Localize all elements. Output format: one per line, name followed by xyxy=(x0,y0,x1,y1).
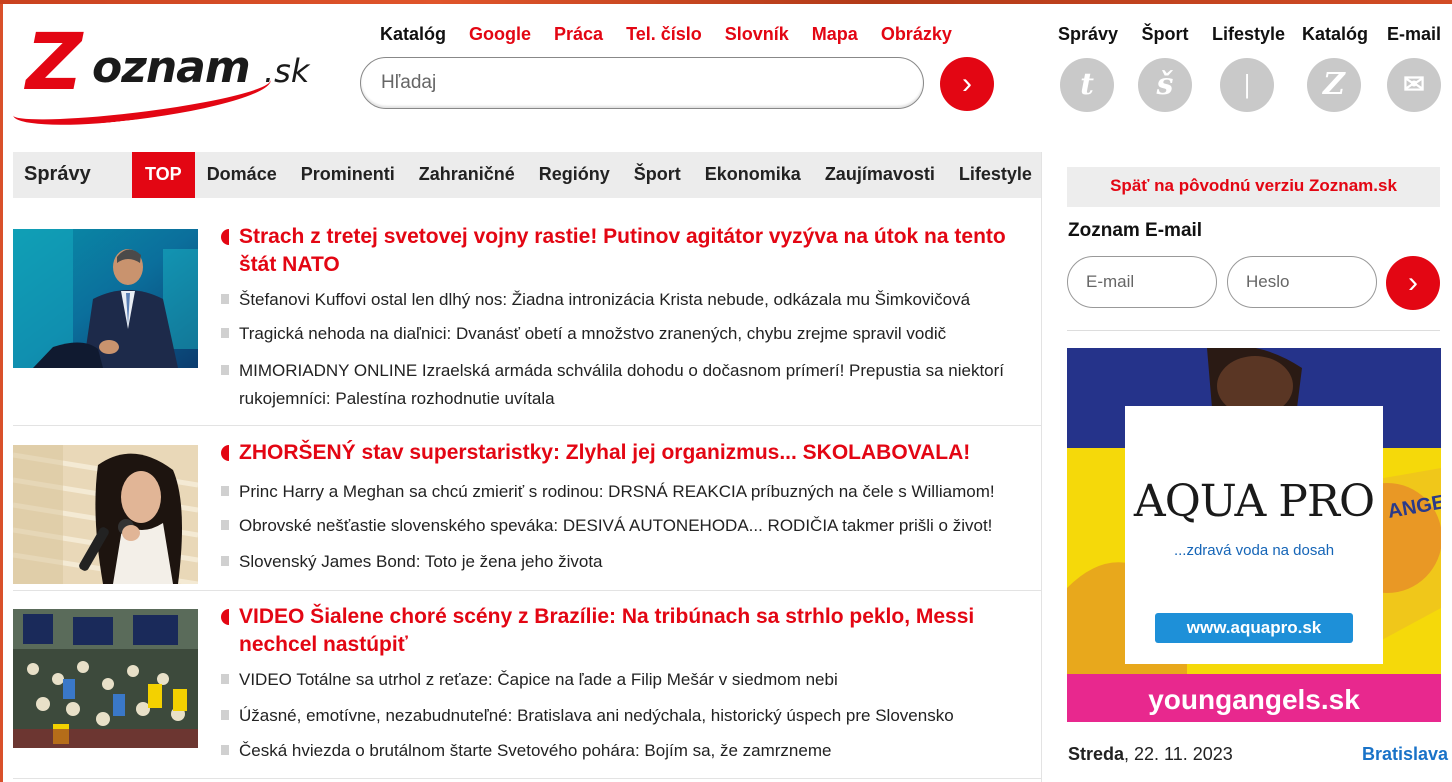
service-email[interactable]: E-mail ✉ xyxy=(1386,24,1442,112)
logo-tld: .sk xyxy=(264,52,310,90)
current-date: Streda, 22. 11. 2023 xyxy=(1068,744,1233,765)
service-spravy[interactable]: Správy t xyxy=(1058,24,1119,112)
zoznam-logo[interactable]: Z oznam .sk xyxy=(10,18,322,133)
back-to-old-version-link[interactable]: Späť na pôvodnú verziu Zoznam.sk xyxy=(1067,167,1440,207)
headline-marker xyxy=(221,609,229,625)
section-title: Správy xyxy=(24,163,91,185)
email-widget-title: Zoznam E-mail xyxy=(1068,220,1203,241)
bullet xyxy=(221,745,229,755)
chevron-right-icon: › xyxy=(962,67,972,100)
login-button[interactable]: › xyxy=(1386,256,1440,310)
headline-marker xyxy=(221,229,229,245)
email-field[interactable] xyxy=(1067,256,1217,308)
article-headline[interactable]: ZHORŠENÝ stav superstaristky: Zlyhal jej… xyxy=(239,439,1039,467)
ad-footer-text: youngangels.sk xyxy=(1148,684,1360,715)
tab-prominenti[interactable]: Prominenti xyxy=(289,152,407,198)
service-label: Správy xyxy=(1058,24,1119,44)
article-divider xyxy=(13,778,1041,779)
topnav-mapa[interactable]: Mapa xyxy=(812,24,858,45)
password-field[interactable] xyxy=(1227,256,1377,308)
ad-url-button[interactable]: www.aquapro.sk xyxy=(1155,613,1353,643)
article-divider xyxy=(13,425,1041,426)
logo-text: oznam xyxy=(92,42,251,93)
sport-icon: š xyxy=(1138,58,1192,112)
spravy-icon: t xyxy=(1060,58,1114,112)
service-lifestyle[interactable]: Lifestyle | xyxy=(1212,24,1286,112)
search-input[interactable] xyxy=(360,57,924,109)
bullet xyxy=(221,486,229,496)
bullet xyxy=(221,674,229,684)
article-card: ZHORŠENÝ stav superstaristky: Zlyhal jej… xyxy=(13,441,1041,585)
service-label: Šport xyxy=(1141,24,1189,44)
lifestyle-icon: | xyxy=(1220,58,1274,112)
tab-sport[interactable]: Šport xyxy=(622,152,693,198)
service-label: E-mail xyxy=(1386,24,1442,44)
bullet xyxy=(221,328,229,338)
topnav-praca[interactable]: Práca xyxy=(554,24,603,45)
topnav-tel-cislo[interactable]: Tel. číslo xyxy=(626,24,702,45)
katalog-icon: Z xyxy=(1307,58,1361,112)
tab-lifestyle[interactable]: Lifestyle xyxy=(947,152,1044,198)
tab-domace[interactable]: Domáce xyxy=(195,152,289,198)
chevron-right-icon: › xyxy=(1408,266,1418,299)
related-link[interactable]: Štefanovi Kuffovi ostal len dlhý nos: Ži… xyxy=(239,286,1039,314)
city-link[interactable]: Bratislava xyxy=(1362,744,1448,765)
service-sport[interactable]: Šport š xyxy=(1138,24,1192,112)
bullet xyxy=(221,294,229,304)
article-thumbnail[interactable] xyxy=(13,445,198,584)
related-link[interactable]: VIDEO Totálne sa utrhol z reťaze: Čapice… xyxy=(239,666,1039,694)
article-headline[interactable]: VIDEO Šialene choré scény z Brazílie: Na… xyxy=(239,603,1039,659)
tab-top[interactable]: TOP xyxy=(132,152,195,198)
tab-zahranicne[interactable]: Zahraničné xyxy=(407,152,527,198)
bullet xyxy=(221,365,229,375)
top-strip xyxy=(0,0,1452,4)
article-card: Strach z tretej svetovej vojny rastie! P… xyxy=(13,225,1041,419)
topnav-katalog[interactable]: Katalóg xyxy=(380,24,446,45)
related-link[interactable]: Slovenský James Bond: Toto je žena jeho … xyxy=(239,548,1039,576)
related-link[interactable]: Tragická nehoda na diaľnici: Dvanásť obe… xyxy=(239,320,1039,348)
ad-tagline: ...zdravá voda na dosah xyxy=(1173,542,1335,559)
service-label: Lifestyle xyxy=(1212,24,1286,44)
topnav-obrazky[interactable]: Obrázky xyxy=(881,24,952,45)
section-nav: Správy TOP Domáce Prominenti Zahraničné … xyxy=(13,152,1041,198)
bullet xyxy=(221,520,229,530)
advertisement-banner[interactable]: ANGELS AQUA PRO ...zdravá voda na dosah … xyxy=(1067,348,1441,722)
related-link[interactable]: Česká hviezda o brutálnom štarte Svetové… xyxy=(239,737,1039,765)
article-divider xyxy=(13,590,1041,591)
bullet xyxy=(221,556,229,566)
topnav-google[interactable]: Google xyxy=(469,24,531,45)
tab-zaujimavosti[interactable]: Zaujímavosti xyxy=(813,152,947,198)
service-katalog[interactable]: Katalóg Z xyxy=(1302,24,1369,112)
ad-brand: AQUA PRO xyxy=(1133,476,1375,527)
topnav-slovnik[interactable]: Slovník xyxy=(725,24,789,45)
related-link[interactable]: Obrovské nešťastie slovenského speváka: … xyxy=(239,512,1039,540)
logo-initial: Z xyxy=(26,18,83,108)
related-link[interactable]: Úžasné, emotívne, nezabudnuteľné: Bratis… xyxy=(239,702,1039,730)
column-divider xyxy=(1041,152,1042,782)
article-card: VIDEO Šialene choré scény z Brazílie: Na… xyxy=(13,605,1041,760)
search-button[interactable]: › xyxy=(940,57,994,111)
date-value: , 22. 11. 2023 xyxy=(1124,744,1233,764)
related-link[interactable]: Princ Harry a Meghan sa chcú zmieriť s r… xyxy=(239,478,1039,506)
service-label: Katalóg xyxy=(1302,24,1369,44)
sidebar-divider xyxy=(1067,330,1440,331)
top-nav: Katalóg Google Práca Tel. číslo Slovník … xyxy=(380,24,975,45)
tab-ekonomika[interactable]: Ekonomika xyxy=(693,152,813,198)
envelope-icon: ✉ xyxy=(1387,58,1441,112)
date-day: Streda xyxy=(1068,744,1125,764)
ad-image: ANGELS xyxy=(1067,348,1441,722)
bullet xyxy=(221,710,229,720)
tab-regiony[interactable]: Regióny xyxy=(527,152,622,198)
section-tabs: TOP Domáce Prominenti Zahraničné Regióny… xyxy=(132,152,1044,198)
headline-marker xyxy=(221,445,229,461)
article-headline[interactable]: Strach z tretej svetovej vojny rastie! P… xyxy=(239,223,1039,279)
related-link[interactable]: MIMORIADNY ONLINE Izraelská armáda schvá… xyxy=(239,357,1039,413)
article-thumbnail[interactable] xyxy=(13,609,198,748)
left-edge-strip xyxy=(0,4,3,782)
article-thumbnail[interactable] xyxy=(13,229,198,368)
